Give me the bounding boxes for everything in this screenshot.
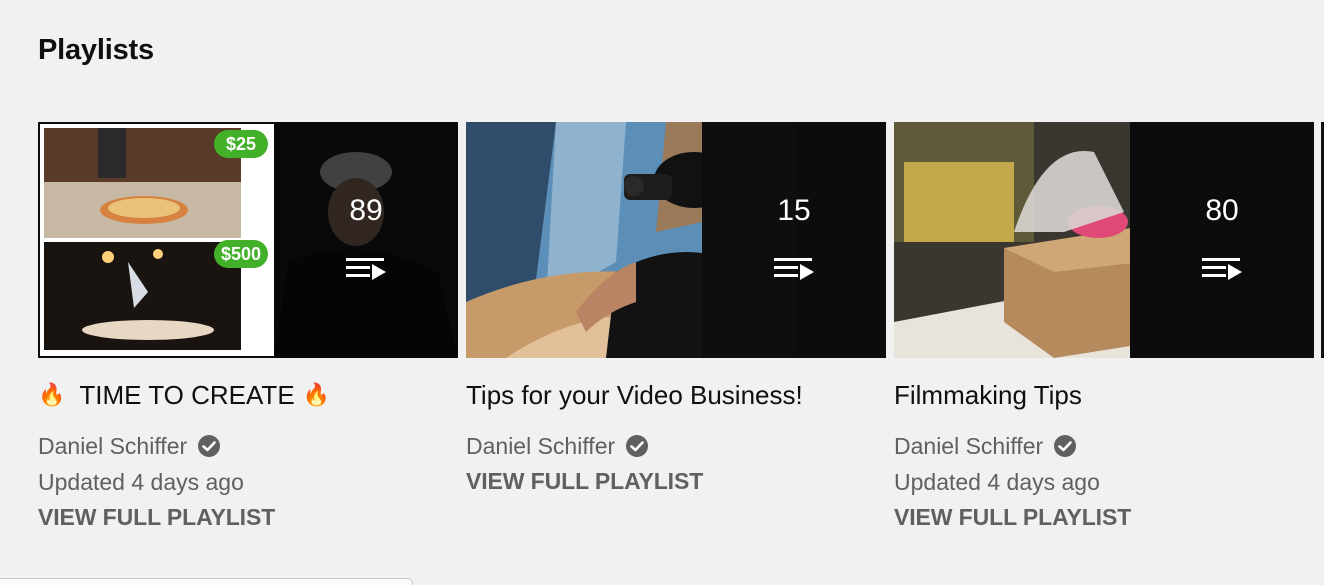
playlist-title[interactable]: 🔥 TIME TO CREATE 🔥 xyxy=(38,378,458,412)
playlist-title[interactable]: Filmmaking Tips xyxy=(894,378,1314,412)
playlist-title-text: TIME TO CREATE xyxy=(79,380,295,410)
channel-name[interactable]: Daniel Schiffer xyxy=(894,428,1043,464)
playlist-title[interactable]: Tips for your Video Business! xyxy=(466,378,886,412)
playlist-thumbnail[interactable]: 15 xyxy=(466,122,886,358)
channel-row: Daniel Schiffer xyxy=(894,428,1314,464)
playlist-play-icon xyxy=(346,258,386,280)
updated-text: Updated 4 days ago xyxy=(38,469,244,495)
verified-check-icon xyxy=(198,435,221,457)
video-count: 80 xyxy=(1205,194,1239,227)
playlist-count-overlay: 80 xyxy=(1130,122,1314,358)
channel-name[interactable]: Daniel Schiffer xyxy=(466,428,615,464)
badge-25: $25 xyxy=(226,134,256,154)
fire-emoji-icon: 🔥 xyxy=(302,382,331,407)
channel-row: Daniel Schiffer xyxy=(38,428,458,464)
channel-row: Daniel Schiffer xyxy=(466,428,886,464)
playlist-title-text: Filmmaking Tips xyxy=(894,380,1082,410)
playlist-play-icon xyxy=(774,258,814,280)
video-count: 89 xyxy=(349,194,383,227)
section-title: Playlists xyxy=(38,34,154,66)
playlist-play-icon xyxy=(1202,258,1242,280)
fire-emoji-icon: 🔥 xyxy=(38,382,66,407)
playlist-title-text: Tips for your Video Business! xyxy=(466,380,803,410)
playlist-count-overlay: 15 xyxy=(702,122,886,358)
video-count: 15 xyxy=(777,194,811,227)
view-full-playlist-link[interactable]: VIEW FULL PLAYLIST xyxy=(466,468,886,495)
playlist-card-time-to-create[interactable]: $25 $500 89 🔥 TIME TO CREATE 🔥 Daniel Sc… xyxy=(38,122,458,531)
playlist-thumbnail[interactable]: $25 $500 89 xyxy=(38,122,458,358)
playlist-card-filmmaking-tips[interactable]: 80 Filmmaking Tips Daniel Schiffer Updat… xyxy=(894,122,1314,531)
playlist-count-overlay: 89 xyxy=(274,122,458,358)
view-full-playlist-link[interactable]: VIEW FULL PLAYLIST xyxy=(894,504,1314,531)
view-full-playlist-link[interactable]: VIEW FULL PLAYLIST xyxy=(38,504,458,531)
updated-text: Updated 4 days ago xyxy=(894,469,1100,495)
verified-check-icon xyxy=(626,435,649,457)
playlist-card-tips-video-business[interactable]: 15 Tips for your Video Business! Daniel … xyxy=(466,122,886,495)
verified-check-icon xyxy=(1054,435,1077,457)
playlist-thumbnail[interactable]: 80 xyxy=(894,122,1314,358)
badge-500: $500 xyxy=(221,244,261,264)
channel-name[interactable]: Daniel Schiffer xyxy=(38,428,187,464)
